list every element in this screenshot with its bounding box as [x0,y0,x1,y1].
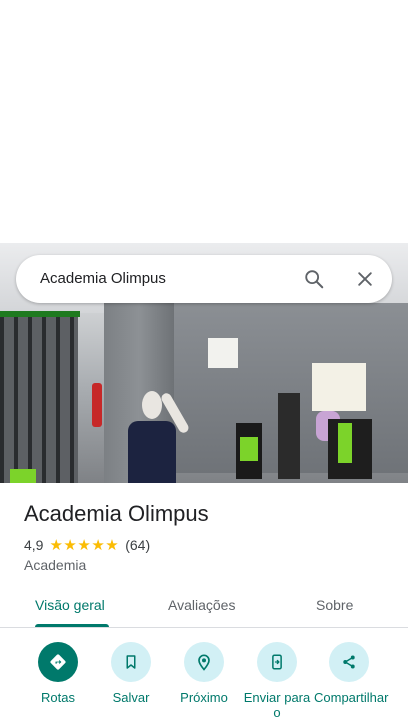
share-icon [343,655,355,669]
bookmark-icon [126,655,136,669]
send-to-phone-label: Enviar para o [243,690,311,720]
save-button[interactable]: Salvar [96,642,166,705]
star-icon: ★ [105,536,119,554]
search-query[interactable]: Academia Olimpus [40,269,166,289]
nearby-icon [198,654,210,671]
rating-row[interactable]: 4,9 ★ ★ ★ ★ ★ (64) [24,536,150,554]
tab-overview[interactable]: Visão geral [35,596,105,614]
send-to-phone-icon [272,654,282,670]
directions-icon [50,654,66,670]
share-label: Compartilhar [314,690,389,705]
tab-bar: Visão geral Avaliações Sobre [0,584,408,628]
place-category: Academia [24,557,87,573]
nearby-label: Próximo [180,690,228,705]
star-icon: ★ [63,536,77,554]
rating-value: 4,9 [24,537,44,553]
tab-about[interactable]: Sobre [316,596,353,614]
nearby-button[interactable]: Próximo [169,642,239,705]
place-title: Academia Olimpus [24,501,209,526]
rating-stars: ★ ★ ★ ★ ★ [49,538,119,553]
directions-button[interactable]: Rotas [23,642,93,705]
search-button[interactable] [298,263,330,295]
star-icon: ★ [91,536,105,554]
save-label: Salvar [112,690,150,705]
send-to-phone-button[interactable]: Enviar para o [242,642,312,720]
review-count: (64) [125,537,151,553]
tab-reviews[interactable]: Avaliações [168,596,235,614]
clear-search-button[interactable] [349,263,381,295]
star-icon: ★ [77,536,91,554]
star-icon: ★ [49,536,63,554]
directions-label: Rotas [41,690,75,705]
search-bar[interactable]: Academia Olimpus [16,255,392,303]
share-button[interactable]: Compartilhar [314,642,389,705]
active-tab-indicator [35,624,109,627]
close-icon [358,272,372,286]
search-icon [305,270,324,289]
